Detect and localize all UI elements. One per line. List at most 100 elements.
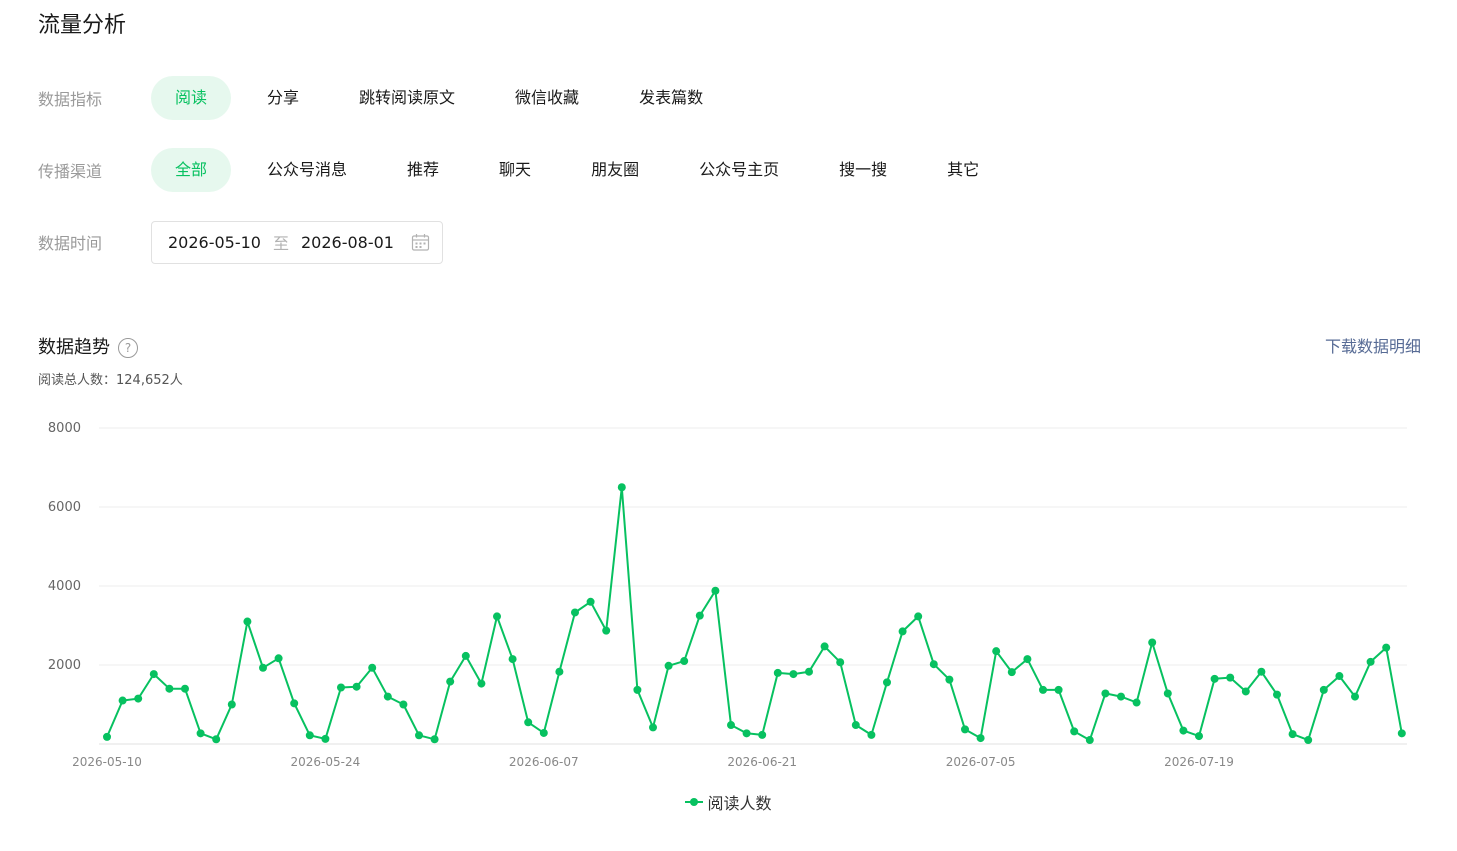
data-point	[992, 647, 1001, 656]
data-point	[945, 675, 954, 684]
data-point	[1288, 730, 1297, 739]
data-point	[929, 660, 938, 669]
trend-line-chart: 2000 4000 6000 8000 2026-05-10 2026-05-24 2026…	[48, 421, 1407, 769]
data-point	[1054, 685, 1063, 694]
x-tick-label: 2026-06-07	[509, 755, 579, 769]
data-point	[680, 657, 689, 666]
data-point	[1101, 689, 1110, 698]
channel-filter-label: 传播渠道	[38, 162, 103, 181]
data-point	[1304, 736, 1313, 745]
channel-option[interactable]: 推荐	[383, 148, 463, 192]
data-point	[524, 718, 533, 727]
data-point	[1007, 668, 1016, 677]
data-point	[555, 667, 564, 676]
data-point	[851, 721, 860, 730]
data-point	[1070, 727, 1079, 736]
data-point	[165, 684, 174, 693]
data-point	[493, 612, 501, 621]
metric-option[interactable]: 阅读	[151, 76, 232, 120]
data-point	[695, 611, 704, 620]
total-readers-label: 阅读总人数：	[38, 373, 117, 388]
data-point	[321, 734, 330, 743]
data-point	[742, 729, 751, 738]
help-icon[interactable]: ?	[118, 338, 138, 358]
x-tick-label: 2026-06-21	[727, 755, 797, 769]
data-point	[883, 678, 891, 687]
metric-option[interactable]: 分享	[243, 76, 323, 120]
data-point	[602, 626, 611, 635]
metric-option[interactable]: 跳转阅读原文	[335, 76, 479, 120]
data-point	[368, 663, 377, 672]
data-point	[867, 730, 876, 739]
y-tick-label: 6000	[48, 500, 81, 515]
data-point	[259, 663, 267, 672]
data-point	[571, 608, 579, 617]
x-tick-label: 2026-07-05	[946, 755, 1016, 769]
data-point	[508, 655, 517, 664]
data-point	[586, 597, 595, 606]
channel-option[interactable]: 全部	[151, 148, 232, 192]
channel-option[interactable]: 公众号主页	[675, 148, 803, 192]
data-point	[1226, 673, 1235, 682]
data-point	[1335, 672, 1344, 681]
data-point	[805, 667, 813, 676]
metric-filter-label: 数据指标	[38, 90, 103, 109]
time-filter-label: 数据时间	[38, 234, 103, 253]
data-point	[415, 731, 423, 740]
channel-filter-row: 传播渠道 全部 公众号消息 推荐 聊天 朋友圈 公众号主页 搜一搜 其它	[38, 148, 1015, 192]
metric-options: 阅读 分享 跳转阅读原文 微信收藏 发表篇数	[151, 76, 739, 120]
channel-option[interactable]: 公众号消息	[243, 148, 371, 192]
data-point	[664, 661, 673, 670]
data-point	[1039, 685, 1047, 694]
data-point	[352, 682, 361, 691]
data-point	[212, 735, 221, 744]
trend-title: 数据趋势	[38, 337, 110, 358]
series-line	[106, 486, 1403, 742]
date-range-picker[interactable]: 2026-05-10 至 2026-08-01	[151, 220, 443, 264]
data-point	[633, 685, 642, 694]
data-point	[383, 692, 392, 701]
data-point	[134, 694, 143, 703]
data-point	[1132, 698, 1141, 707]
y-tick-label: 2000	[48, 658, 81, 673]
data-point	[274, 654, 283, 663]
legend-marker-icon	[685, 798, 704, 806]
metric-filter-row: 数据指标 阅读 分享 跳转阅读原文 微信收藏 发表篇数	[38, 76, 739, 120]
data-point	[1195, 732, 1203, 741]
data-point	[976, 734, 985, 743]
time-filter-row: 数据时间 2026-05-10 至 2026-08-01	[38, 220, 443, 264]
total-readers: 阅读总人数：124,652人	[38, 371, 183, 391]
data-point	[1257, 667, 1266, 676]
data-point	[1210, 674, 1219, 683]
channel-option[interactable]: 其它	[923, 148, 1003, 192]
channel-option[interactable]: 搜一搜	[815, 148, 911, 192]
metric-option[interactable]: 发表篇数	[615, 76, 727, 120]
channel-options: 全部 公众号消息 推荐 聊天 朋友圈 公众号主页 搜一搜 其它	[151, 148, 1015, 192]
data-point	[1273, 690, 1281, 699]
data-point	[836, 658, 845, 667]
calendar-icon[interactable]	[411, 233, 430, 252]
data-point	[1117, 692, 1125, 701]
data-point	[539, 728, 548, 737]
metric-option[interactable]: 微信收藏	[491, 76, 603, 120]
end-date[interactable]: 2026-08-01	[301, 233, 394, 252]
data-point	[961, 725, 969, 734]
data-point	[1366, 657, 1375, 666]
data-point	[711, 586, 720, 595]
data-point	[1241, 687, 1250, 696]
trend-section-title: 数据趋势 ?	[38, 334, 138, 362]
chart-legend[interactable]: 阅读人数	[0, 790, 1457, 814]
data-point	[727, 721, 735, 730]
x-tick-label: 2026-07-19	[1164, 755, 1234, 769]
data-point	[477, 679, 486, 688]
date-separator: 至	[272, 234, 289, 253]
data-point	[446, 677, 455, 686]
channel-option[interactable]: 聊天	[475, 148, 555, 192]
start-date[interactable]: 2026-05-10	[168, 233, 261, 252]
channel-option[interactable]: 朋友圈	[567, 148, 663, 192]
x-tick-label: 2026-05-24	[291, 755, 361, 769]
download-data-link[interactable]: 下载数据明细	[1325, 334, 1421, 360]
data-point	[181, 684, 189, 693]
data-point	[196, 729, 205, 738]
data-point	[1163, 689, 1172, 698]
